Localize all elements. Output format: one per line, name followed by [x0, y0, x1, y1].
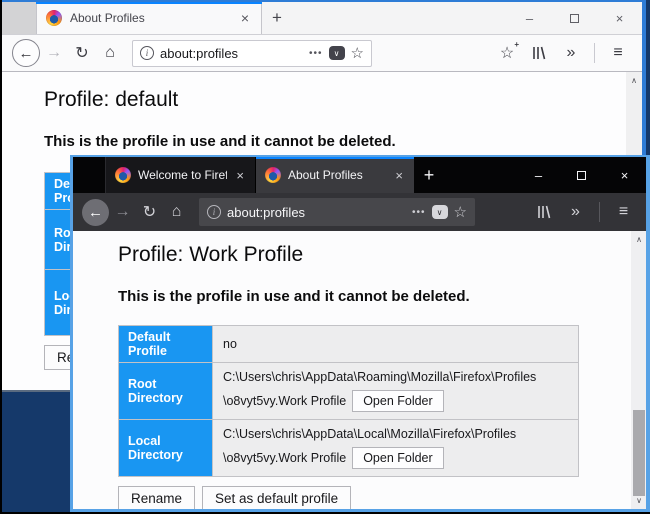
- folder-name: \o8vyt5vy.Work Profile: [223, 451, 346, 465]
- tab-title: About Profiles: [70, 11, 230, 25]
- minimize-button[interactable]: –: [517, 157, 560, 193]
- tab-bar: Welcome to Firefox × About Profiles × + …: [73, 157, 646, 193]
- url-text[interactable]: about:profiles: [160, 46, 303, 61]
- navigation-toolbar: ← → ↻ ⌂ i about:profiles ••• ∨ ☆ ☆+: [2, 35, 642, 72]
- maximize-icon: [570, 14, 579, 23]
- back-button[interactable]: ←: [82, 199, 109, 226]
- bookmark-star-icon[interactable]: ☆: [454, 203, 467, 221]
- profile-table: Default Profile no Root Directory C:\Use…: [118, 325, 579, 477]
- row-value: C:\Users\chris\AppData\Roaming\Mozilla\F…: [213, 363, 579, 420]
- titlebar-spacer: [73, 157, 106, 193]
- url-bar[interactable]: i about:profiles ••• ∨ ☆: [199, 198, 475, 226]
- profile-action-buttons: Rename Set as default profile: [118, 486, 646, 509]
- page-actions-icon[interactable]: •••: [309, 48, 323, 59]
- row-value: C:\Users\chris\AppData\Local\Mozilla\Fir…: [213, 420, 579, 477]
- minimize-button[interactable]: –: [507, 2, 552, 34]
- close-button[interactable]: ×: [597, 2, 642, 34]
- new-tab-button[interactable]: +: [262, 2, 292, 34]
- pocket-icon[interactable]: ∨: [329, 46, 345, 60]
- active-tab-indicator: [256, 157, 414, 159]
- tab-close-icon[interactable]: ×: [393, 169, 405, 182]
- star-glyph: ☆: [500, 45, 514, 62]
- titlebar-spacer: [2, 2, 36, 34]
- firefox-icon: [46, 10, 62, 26]
- firefox-icon: [265, 167, 281, 183]
- scrollbar-thumb[interactable]: [633, 410, 645, 496]
- active-tab-indicator: [36, 2, 262, 4]
- table-row: Root Directory C:\Users\chris\AppData\Ro…: [119, 363, 579, 420]
- window-controls: – ×: [507, 2, 642, 34]
- screenshot-root: About Profiles × + – × ← → ↻ ⌂ i about:p…: [0, 0, 650, 514]
- root-directory-path: C:\Users\chris\AppData\Roaming\Mozilla\F…: [223, 367, 568, 387]
- tab-bar: About Profiles × + – ×: [2, 2, 642, 35]
- local-directory-folder: \o8vyt5vy.Work Profile Open Folder: [223, 444, 568, 472]
- reload-button[interactable]: ↻: [68, 43, 96, 63]
- tab-welcome-to-firefox[interactable]: Welcome to Firefox ×: [106, 157, 256, 193]
- open-folder-button[interactable]: Open Folder: [352, 447, 443, 469]
- profile-notice: This is the profile in use and it cannot…: [44, 133, 642, 150]
- row-label: Root Directory: [119, 363, 213, 420]
- profile-notice: This is the profile in use and it cannot…: [118, 288, 646, 305]
- folder-name: \o8vyt5vy.Work Profile: [223, 394, 346, 408]
- bookmark-star-icon[interactable]: ☆: [351, 44, 364, 62]
- tab-about-profiles[interactable]: About Profiles ×: [36, 2, 262, 34]
- table-row: Local Directory C:\Users\chris\AppData\L…: [119, 420, 579, 477]
- row-label: Local Directory: [119, 420, 213, 477]
- scrollbar[interactable]: ∧ ∨: [631, 231, 646, 509]
- save-to-pocket-star-icon[interactable]: ☆+: [493, 43, 521, 63]
- foreground-firefox-window: Welcome to Firefox × About Profiles × + …: [70, 155, 650, 512]
- maximize-button[interactable]: [560, 157, 603, 193]
- maximize-button[interactable]: [552, 2, 597, 34]
- toolbar-separator: [599, 202, 600, 222]
- back-button[interactable]: ←: [12, 39, 40, 67]
- toolbar-separator: [594, 43, 595, 63]
- tab-about-profiles[interactable]: About Profiles ×: [256, 157, 414, 193]
- forward-button[interactable]: →: [40, 44, 68, 62]
- row-label: Default Profile: [119, 326, 213, 363]
- new-tab-button[interactable]: +: [414, 157, 444, 193]
- tab-title: Welcome to Firefox: [138, 168, 227, 182]
- firefox-icon: [115, 167, 131, 183]
- scroll-up-arrow[interactable]: ∧: [626, 73, 642, 88]
- rename-button[interactable]: Rename: [118, 486, 195, 509]
- url-bar[interactable]: i about:profiles ••• ∨ ☆: [132, 40, 372, 67]
- url-text[interactable]: about:profiles: [227, 205, 406, 220]
- tab-close-icon[interactable]: ×: [234, 169, 246, 182]
- scroll-up-arrow[interactable]: ∧: [631, 232, 646, 247]
- open-folder-button[interactable]: Open Folder: [352, 390, 443, 412]
- set-default-profile-button[interactable]: Set as default profile: [202, 486, 351, 509]
- navigation-toolbar: ← → ↻ ⌂ i about:profiles ••• ∨ ☆ »: [73, 193, 646, 231]
- tab-title: About Profiles: [288, 168, 386, 182]
- close-button[interactable]: ×: [603, 157, 646, 193]
- hamburger-menu-icon[interactable]: ≡: [604, 44, 632, 62]
- overflow-menu-icon[interactable]: »: [557, 44, 585, 62]
- page-info-icon[interactable]: i: [207, 205, 221, 219]
- profile-heading: Profile: default: [44, 88, 642, 112]
- toolbar-right-icons: ☆+ » ≡: [493, 43, 632, 63]
- page-info-icon[interactable]: i: [140, 46, 154, 60]
- about-profiles-page: Profile: Work Profile This is the profil…: [73, 231, 646, 509]
- overflow-menu-icon[interactable]: »: [562, 203, 589, 221]
- hamburger-menu-icon[interactable]: ≡: [610, 203, 637, 221]
- toolbar-right-icons: » ≡: [530, 202, 637, 222]
- row-value: no: [213, 326, 579, 363]
- reload-button[interactable]: ↻: [136, 202, 163, 222]
- forward-button[interactable]: →: [109, 203, 136, 221]
- tab-close-icon[interactable]: ×: [238, 11, 252, 25]
- window-controls: – ×: [517, 157, 646, 193]
- pocket-icon[interactable]: ∨: [432, 205, 448, 219]
- plus-badge: +: [514, 40, 519, 49]
- profile-heading: Profile: Work Profile: [118, 243, 646, 267]
- maximize-icon: [577, 171, 586, 180]
- home-button[interactable]: ⌂: [96, 44, 124, 62]
- library-icon[interactable]: [525, 45, 553, 61]
- local-directory-path: C:\Users\chris\AppData\Local\Mozilla\Fir…: [223, 424, 568, 444]
- root-directory-folder: \o8vyt5vy.Work Profile Open Folder: [223, 387, 568, 415]
- scroll-down-arrow[interactable]: ∨: [631, 493, 646, 508]
- page-actions-icon[interactable]: •••: [412, 207, 426, 218]
- table-row: Default Profile no: [119, 326, 579, 363]
- home-button[interactable]: ⌂: [163, 203, 190, 221]
- library-icon[interactable]: [530, 204, 557, 220]
